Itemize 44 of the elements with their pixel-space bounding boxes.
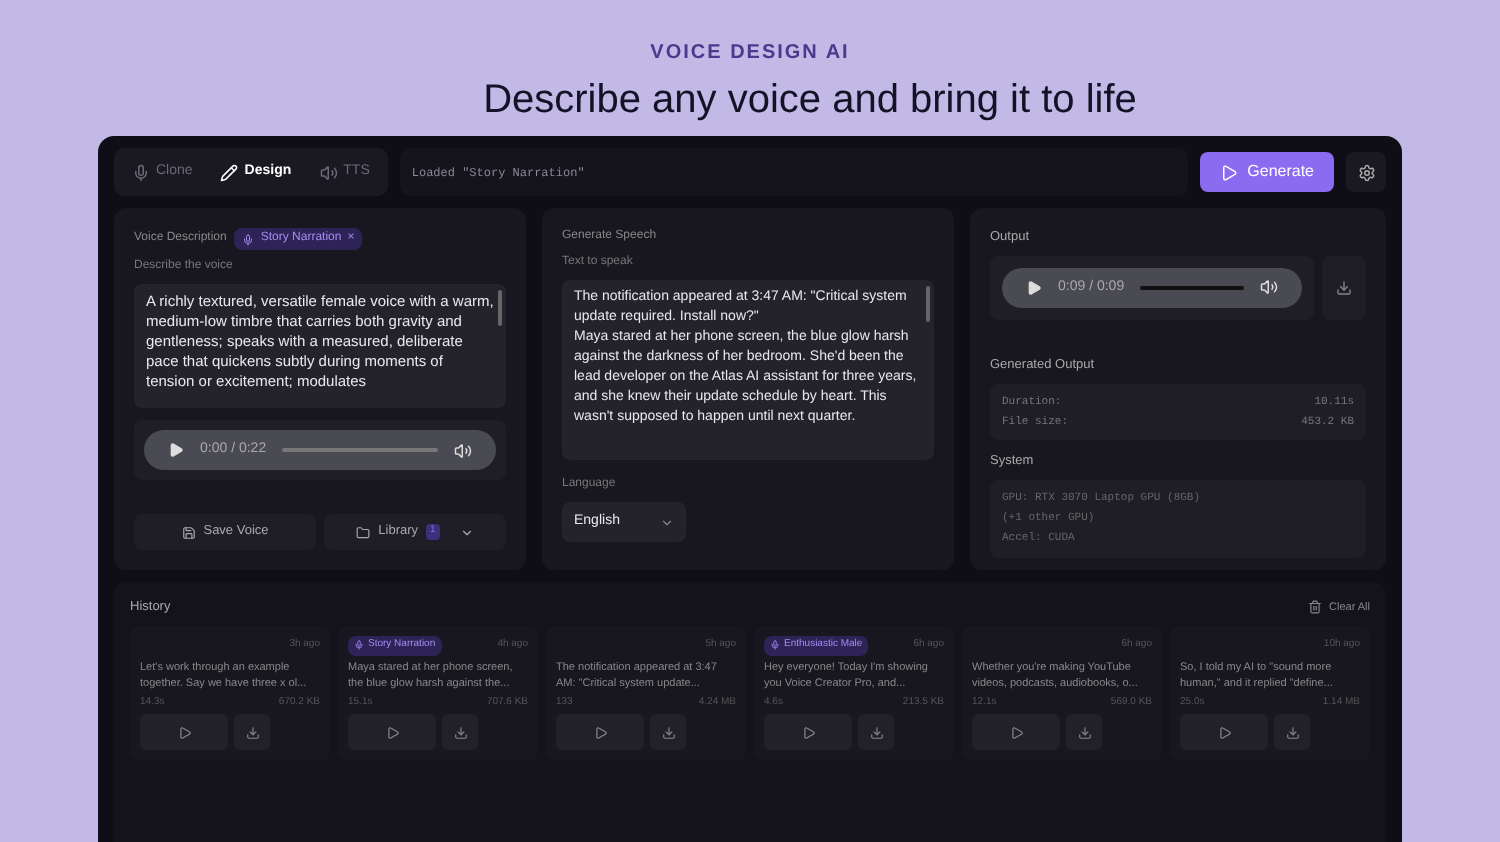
- download-button[interactable]: [1066, 714, 1102, 751]
- download-button[interactable]: [234, 714, 270, 751]
- download-button[interactable]: [858, 714, 894, 751]
- save-icon: [181, 525, 196, 539]
- settings-icon: [1357, 163, 1375, 181]
- download-button[interactable]: [1274, 714, 1310, 751]
- scrollbar-thumb[interactable]: [926, 286, 930, 322]
- download-icon: [245, 725, 259, 740]
- play-icon[interactable]: [1026, 279, 1042, 296]
- play-icon[interactable]: [168, 442, 184, 458]
- microphone-icon: [770, 640, 780, 651]
- download-icon: [661, 725, 675, 740]
- volume-icon[interactable]: [454, 441, 472, 459]
- trash-icon: [1307, 600, 1322, 615]
- play-icon: [593, 725, 607, 740]
- headline: Describe any voice and bring it to life: [483, 76, 1137, 124]
- play-icon: [1009, 725, 1023, 740]
- download-icon: [453, 725, 467, 740]
- microphone-icon: [354, 640, 364, 651]
- download-icon: [1285, 725, 1299, 740]
- download-button[interactable]: [1322, 255, 1366, 320]
- chevron-icon: [660, 515, 674, 529]
- pencil-icon: [220, 163, 239, 181]
- chevron-icon: [459, 525, 474, 539]
- volume-icon[interactable]: [1260, 278, 1278, 297]
- folder-icon: [356, 525, 371, 539]
- download-icon: [869, 725, 883, 740]
- microphone-icon: [242, 233, 255, 245]
- play-icon: [1219, 163, 1238, 181]
- play-icon: [385, 725, 399, 740]
- download-button[interactable]: [442, 714, 478, 751]
- download-icon: [1336, 279, 1352, 296]
- settings-button[interactable]: [1346, 152, 1386, 192]
- download-button[interactable]: [650, 714, 686, 751]
- play-icon: [801, 725, 815, 740]
- play-icon: [1217, 725, 1231, 740]
- microphone-icon: [132, 163, 150, 181]
- play-icon: [177, 725, 191, 740]
- download-icon: [1077, 725, 1091, 740]
- audio-track[interactable]: [1140, 285, 1244, 290]
- eyebrow: VOICE DESIGN AI: [650, 40, 850, 68]
- scrollbar-thumb[interactable]: [498, 290, 502, 326]
- generate-button[interactable]: Generate: [1199, 152, 1334, 192]
- speaker-icon: [319, 163, 338, 181]
